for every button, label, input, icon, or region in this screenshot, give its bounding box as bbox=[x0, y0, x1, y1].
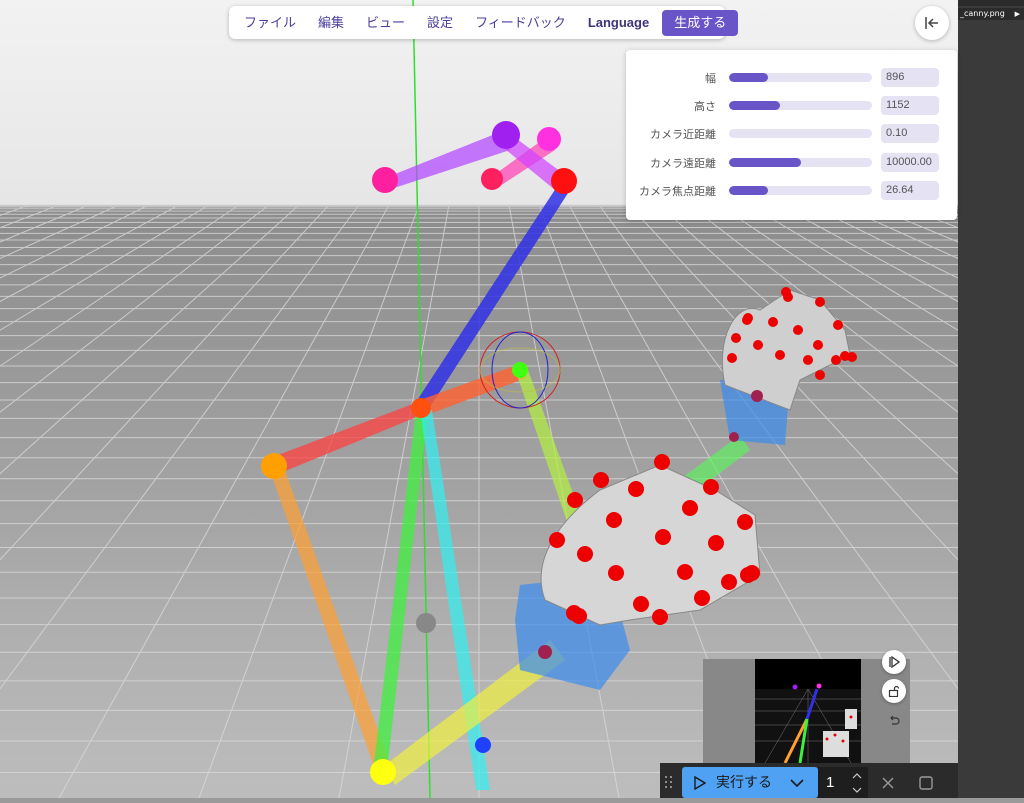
run-label: 実行する bbox=[716, 774, 772, 790]
drag-handle-icon[interactable] bbox=[664, 775, 674, 789]
width-slider[interactable] bbox=[729, 73, 872, 82]
play-icon[interactable]: ▶ bbox=[1015, 8, 1020, 20]
height-input[interactable]: 1152 bbox=[881, 96, 939, 115]
camera-near-input[interactable]: 0.10 bbox=[881, 124, 939, 143]
preview-image bbox=[755, 659, 861, 764]
generate-button[interactable]: 生成する bbox=[662, 9, 739, 36]
collapse-panel-button[interactable] bbox=[915, 6, 949, 40]
play-icon bbox=[889, 656, 900, 668]
menu-settings[interactable]: 設定 bbox=[416, 6, 464, 39]
camera-focal-slider[interactable] bbox=[729, 186, 872, 195]
collapse-panel-icon bbox=[925, 17, 938, 29]
play-preview-button[interactable] bbox=[882, 650, 906, 674]
height-label: 高さ bbox=[694, 101, 716, 113]
camera-focal-label: カメラ焦点距離 bbox=[639, 186, 716, 198]
menu-edit[interactable]: 編集 bbox=[307, 6, 355, 39]
camera-near-label: カメラ近距離 bbox=[650, 129, 716, 141]
lock-button[interactable] bbox=[882, 679, 906, 703]
render-preview[interactable] bbox=[703, 659, 910, 764]
right-sidebar bbox=[958, 0, 1024, 798]
camera-far-input[interactable]: 10000.00 bbox=[881, 153, 939, 172]
menu-view[interactable]: ビュー bbox=[355, 6, 416, 39]
camera-settings-panel: 幅 896 高さ 1152 カメラ近距離 0.10 カメラ遠距離 10000.0… bbox=[626, 50, 957, 220]
menu-language[interactable]: Language bbox=[577, 6, 660, 39]
width-row: 幅 896 bbox=[626, 68, 957, 88]
width-input[interactable]: 896 bbox=[881, 68, 939, 87]
menu-file[interactable]: ファイル bbox=[233, 6, 307, 39]
camera-near-row: カメラ近距離 0.10 bbox=[626, 124, 957, 144]
menu-feedback[interactable]: フィードバック bbox=[464, 6, 577, 39]
chevron-down-icon[interactable] bbox=[790, 778, 804, 788]
menu-bar: ファイル 編集 ビュー 設定 フィードバック Language 生成する bbox=[229, 6, 739, 39]
batch-count-stepper[interactable]: 1 bbox=[818, 767, 868, 798]
stop-icon[interactable] bbox=[919, 776, 933, 790]
camera-near-slider[interactable] bbox=[729, 129, 872, 138]
height-slider[interactable] bbox=[729, 101, 872, 110]
camera-far-slider[interactable] bbox=[729, 158, 872, 167]
undo-icon bbox=[890, 715, 900, 725]
unlock-icon bbox=[888, 685, 900, 697]
camera-far-label: カメラ遠距離 bbox=[650, 158, 716, 170]
camera-focal-row: カメラ焦点距離 26.64 bbox=[626, 181, 957, 201]
camera-far-row: カメラ遠距離 10000.00 bbox=[626, 153, 957, 173]
play-icon bbox=[694, 776, 706, 790]
file-list-item[interactable]: _canny.png ▶ bbox=[958, 8, 1024, 20]
height-row: 高さ 1152 bbox=[626, 96, 957, 116]
undo-button[interactable] bbox=[882, 708, 906, 732]
run-button[interactable]: 実行する bbox=[682, 767, 818, 798]
camera-focal-input[interactable]: 26.64 bbox=[881, 181, 939, 200]
file-list-item[interactable] bbox=[958, 0, 1024, 6]
width-label: 幅 bbox=[705, 73, 716, 85]
batch-count-value: 1 bbox=[826, 774, 835, 791]
run-toolbar: 実行する 1 bbox=[660, 763, 958, 798]
close-icon[interactable] bbox=[882, 777, 894, 789]
stepper-arrows-icon[interactable] bbox=[852, 771, 862, 795]
